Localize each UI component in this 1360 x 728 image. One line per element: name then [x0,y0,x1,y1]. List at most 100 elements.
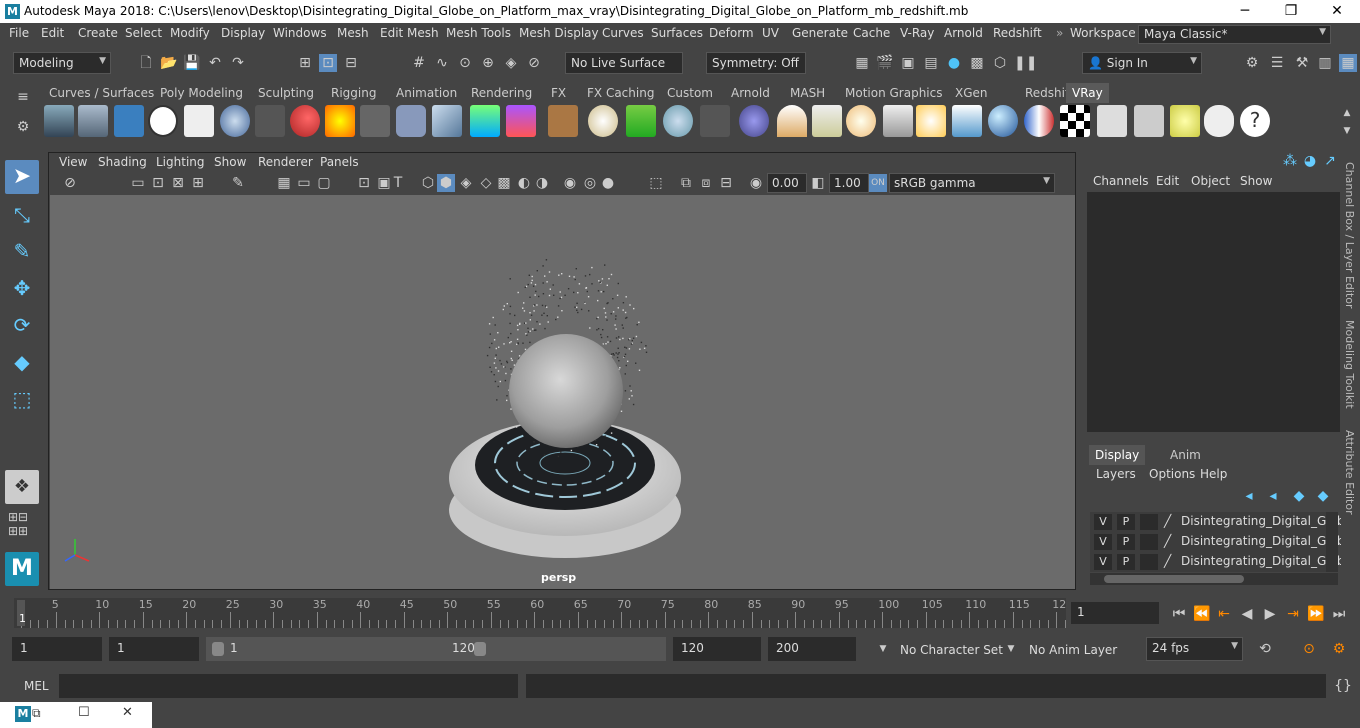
shelf-scroll-up-icon[interactable]: ▲ [1338,104,1356,122]
textured-icon[interactable]: ◇ [477,174,495,192]
auto-key-icon[interactable]: ⊙ [1300,640,1318,658]
fps-select[interactable]: 24 fps ▼ [1146,637,1243,661]
shelf-tab-arnold[interactable]: Arnold [725,83,776,103]
viewport-menu-view[interactable]: View [59,155,87,169]
move-layer-down-icon[interactable]: ◂ [1264,487,1282,505]
layer-row[interactable]: V P ╱ Disintegrating_Digital_Glob [1090,552,1345,572]
select-object-icon[interactable]: ⊡ [319,54,337,72]
shelf-tab-motion-graphics[interactable]: Motion Graphics [839,83,949,103]
playback-end-field[interactable]: 120 [673,637,761,661]
redo-icon[interactable]: ↷ [229,54,247,72]
side-tab-channel-box[interactable]: Channel Box / Layer Editor [1343,162,1356,309]
step-forward-frame-icon[interactable]: ⇥ [1284,605,1302,623]
layer-vertical-scrollbar[interactable] [1326,512,1338,572]
menu-cache[interactable]: Cache [853,26,890,40]
side-tab-modeling-toolkit[interactable]: Modeling Toolkit [1343,320,1356,409]
current-frame-field[interactable]: 1 [1071,602,1159,624]
vray-displacement-icon[interactable] [470,105,500,137]
layer-row[interactable]: V P ╱ Disintegrating_Digital_Glob [1090,512,1345,532]
menu-redshift[interactable]: Redshift [993,26,1042,40]
wireframe-icon[interactable]: ⬡ [419,174,437,192]
menu-create[interactable]: Create [78,26,118,40]
gamma-icon[interactable]: ◧ [809,174,827,192]
side-tab-attribute-editor[interactable]: Attribute Editor [1343,430,1356,515]
vray-clipper-icon[interactable] [506,105,536,137]
character-set-select[interactable]: No Character Set [900,643,1003,657]
lasso-tool-icon[interactable]: ⤡ [5,198,39,232]
close-icon[interactable]: ✕ [122,705,133,720]
viewport-menu-show[interactable]: Show [214,155,246,169]
end-time-field[interactable]: 200 [768,637,856,661]
scrollbar-thumb[interactable] [1104,575,1244,583]
shelf-tab-sculpting[interactable]: Sculpting [252,83,320,103]
shadows-icon[interactable]: ◐ [515,174,533,192]
vray-rect-light-icon[interactable] [952,105,982,137]
timeline-ruler[interactable]: 5 10 15 20 25 30 35 40 45 50 55 60 65 70 75 80 85 90 95 100… [14,598,1066,628]
color-space-select[interactable]: sRGB gamma ▼ [889,173,1055,193]
grease-pencil-icon[interactable]: ✎ [229,174,247,192]
menu-modify[interactable]: Modify [170,26,210,40]
close-button[interactable]: ✕ [1314,0,1360,23]
vray-ies-light-icon[interactable] [883,105,913,137]
layer-row[interactable]: V P ╱ Disintegrating_Digital_Glob [1090,532,1345,552]
hypershade-icon[interactable]: ● [945,54,963,72]
shelf-tab-curves-surfaces[interactable]: Curves / Surfaces [43,83,160,103]
vray-log-icon[interactable] [184,105,214,137]
snap-surface-icon[interactable]: ◈ [502,54,520,72]
menu-deform[interactable]: Deform [709,26,754,40]
redshift-icon[interactable]: ⬡ [991,54,1009,72]
open-scene-icon[interactable]: 📂 [160,54,178,72]
vray-light-lister-icon[interactable] [1170,105,1200,137]
maximize-view-icon[interactable]: ⧈ [697,174,715,192]
vray-proxy-icon[interactable] [432,105,462,137]
layer-menu-options[interactable]: Options [1149,467,1195,481]
layer-menu-help[interactable]: Help [1200,467,1227,481]
vray-texture-icon[interactable] [548,105,578,137]
layer-visibility-toggle[interactable]: V [1094,554,1112,570]
grid-icon[interactable]: ▦ [275,174,293,192]
render-frame-icon[interactable]: 🎬 [876,54,894,72]
color-management-toggle-icon[interactable]: ON [869,174,887,192]
wireframe-on-shaded-icon[interactable]: ◈ [457,174,475,192]
vray-sphere-icon[interactable] [988,105,1018,137]
layer-type-toggle[interactable] [1140,514,1158,530]
move-tool-icon[interactable]: ✥ [5,271,39,305]
select-tool-icon[interactable]: ➤ [5,160,39,194]
channel-menu-show[interactable]: Show [1240,174,1272,188]
menu-uv[interactable]: UV [762,26,779,40]
frame-selection-icon[interactable]: ⬚ [647,174,665,192]
shelf-tab-fx-caching[interactable]: FX Caching [581,83,660,103]
layout-quad-icon[interactable]: ⊞⊟ ⊞⊞ [8,510,38,540]
shelf-tab-rendering[interactable]: Rendering [465,83,538,103]
safe-action-icon[interactable]: ⊡ [355,174,373,192]
anim-prefs-icon[interactable]: ⚙ [1330,640,1348,658]
anim-layer-select[interactable]: No Anim Layer [1029,643,1117,657]
minimize-view-icon[interactable]: ⊟ [717,174,735,192]
command-input[interactable] [59,674,518,698]
channel-menu-edit[interactable]: Edit [1156,174,1179,188]
layer-horizontal-scrollbar[interactable] [1090,573,1338,585]
vray-spheres-icon[interactable] [290,105,320,137]
menu-overflow-icon[interactable]: » [1056,26,1063,40]
vray-checker-icon[interactable] [1060,105,1090,137]
minimized-window[interactable]: M ⧉ ☐ ✕ [0,702,152,728]
menu-edit-mesh[interactable]: Edit Mesh [380,26,439,40]
shelf-tab-poly-modeling[interactable]: Poly Modeling [154,83,249,103]
snap-view-icon[interactable]: ⊕ [479,54,497,72]
vray-light-icon[interactable] [44,105,74,137]
menu-curves[interactable]: Curves [602,26,644,40]
menu-arnold[interactable]: Arnold [944,26,983,40]
menu-vray[interactable]: V-Ray [900,26,934,40]
maximize-button[interactable]: ❐ [1268,0,1314,23]
playback-start-field[interactable]: 1 [109,637,199,661]
isolate-select-icon[interactable]: ● [599,174,617,192]
exposure-icon[interactable]: ◉ [747,174,765,192]
layer-visibility-toggle[interactable]: V [1094,514,1112,530]
restore-icon[interactable]: ⧉ [32,706,41,721]
attribute-editor-icon[interactable]: ☰ [1268,54,1286,72]
menu-windows[interactable]: Windows [273,26,327,40]
cmd-language-label[interactable]: MEL [24,679,49,693]
channel-box-icon-2[interactable]: ◕ [1301,152,1319,170]
vray-camera-icon[interactable] [255,105,285,137]
scale-tool-icon[interactable]: ◆ [5,345,39,379]
